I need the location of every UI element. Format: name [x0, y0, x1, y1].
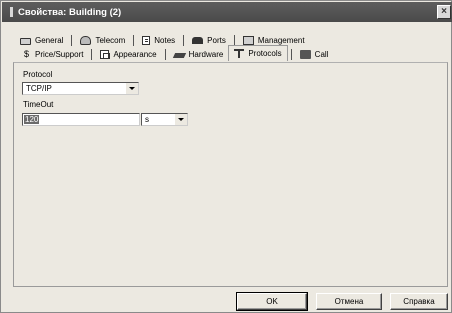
tab-hardware[interactable]: Hardware: [169, 47, 229, 61]
tab-label: Appearance: [113, 49, 157, 59]
chevron-down-icon[interactable]: [125, 83, 138, 94]
tab-label: Call: [314, 49, 329, 59]
tab-appearance[interactable]: Appearance: [95, 47, 161, 61]
help-button[interactable]: Справка: [390, 293, 448, 310]
timeout-unit-value: s: [145, 115, 149, 124]
tab-label: Hardware: [188, 49, 224, 59]
tab-separator: [233, 34, 235, 46]
general-icon: [20, 37, 31, 45]
notes-icon: [142, 35, 151, 45]
tab-ports[interactable]: Ports: [187, 33, 231, 47]
tab-separator: [183, 34, 185, 46]
tab-separator: [164, 48, 166, 60]
window-icon: [10, 7, 13, 17]
tab-call[interactable]: Call: [295, 47, 334, 61]
tab-price-support[interactable]: $ Price/Support: [17, 47, 88, 61]
ports-icon: [192, 36, 204, 44]
timeout-value: 120: [24, 115, 40, 124]
properties-dialog: Свойства: Building (2) × General Telecom…: [0, 0, 452, 313]
tab-label: Management: [257, 35, 305, 45]
call-icon: [299, 49, 311, 59]
cancel-button[interactable]: Отмена: [316, 293, 382, 310]
tab-label: Ports: [207, 35, 226, 45]
tab-separator: [91, 48, 93, 60]
hardware-icon: [172, 52, 186, 58]
timeout-label: TimeOut: [23, 100, 54, 109]
tab-separator: [133, 34, 135, 46]
tab-notes[interactable]: Notes: [137, 33, 180, 47]
tab-label: Telecom: [95, 35, 126, 45]
tab-protocols[interactable]: Protocols: [228, 45, 288, 61]
title-bar[interactable]: Свойства: Building (2) ×: [2, 2, 452, 22]
tab-row-bottom: $ Price/Support Appearance Hardware Prot…: [17, 45, 334, 61]
tab-label: Protocols: [248, 49, 282, 58]
timeout-input[interactable]: 120: [22, 113, 140, 126]
tab-telecom[interactable]: Telecom: [75, 33, 130, 47]
protocols-panel: [13, 62, 448, 287]
telecom-icon: [80, 35, 92, 45]
close-button[interactable]: ×: [437, 5, 451, 19]
chevron-down-icon[interactable]: [174, 114, 187, 125]
appearance-icon: [100, 49, 111, 59]
tab-label: Price/Support: [35, 49, 84, 59]
window-title: Свойства: Building (2): [18, 6, 122, 18]
timeout-unit-select[interactable]: s: [141, 113, 188, 126]
tab-separator: [290, 48, 292, 60]
protocol-label: Protocol: [23, 70, 53, 79]
price-icon: $: [23, 48, 29, 59]
tab-label: General: [35, 35, 64, 45]
protocol-select[interactable]: TCP/IP: [22, 82, 139, 95]
tab-separator: [71, 34, 73, 46]
management-icon: [242, 35, 254, 45]
tab-general[interactable]: General: [15, 33, 68, 47]
protocol-value: TCP/IP: [26, 84, 52, 93]
ok-button[interactable]: OK: [236, 292, 308, 311]
protocols-icon: [234, 49, 245, 58]
tab-label: Notes: [154, 35, 176, 45]
